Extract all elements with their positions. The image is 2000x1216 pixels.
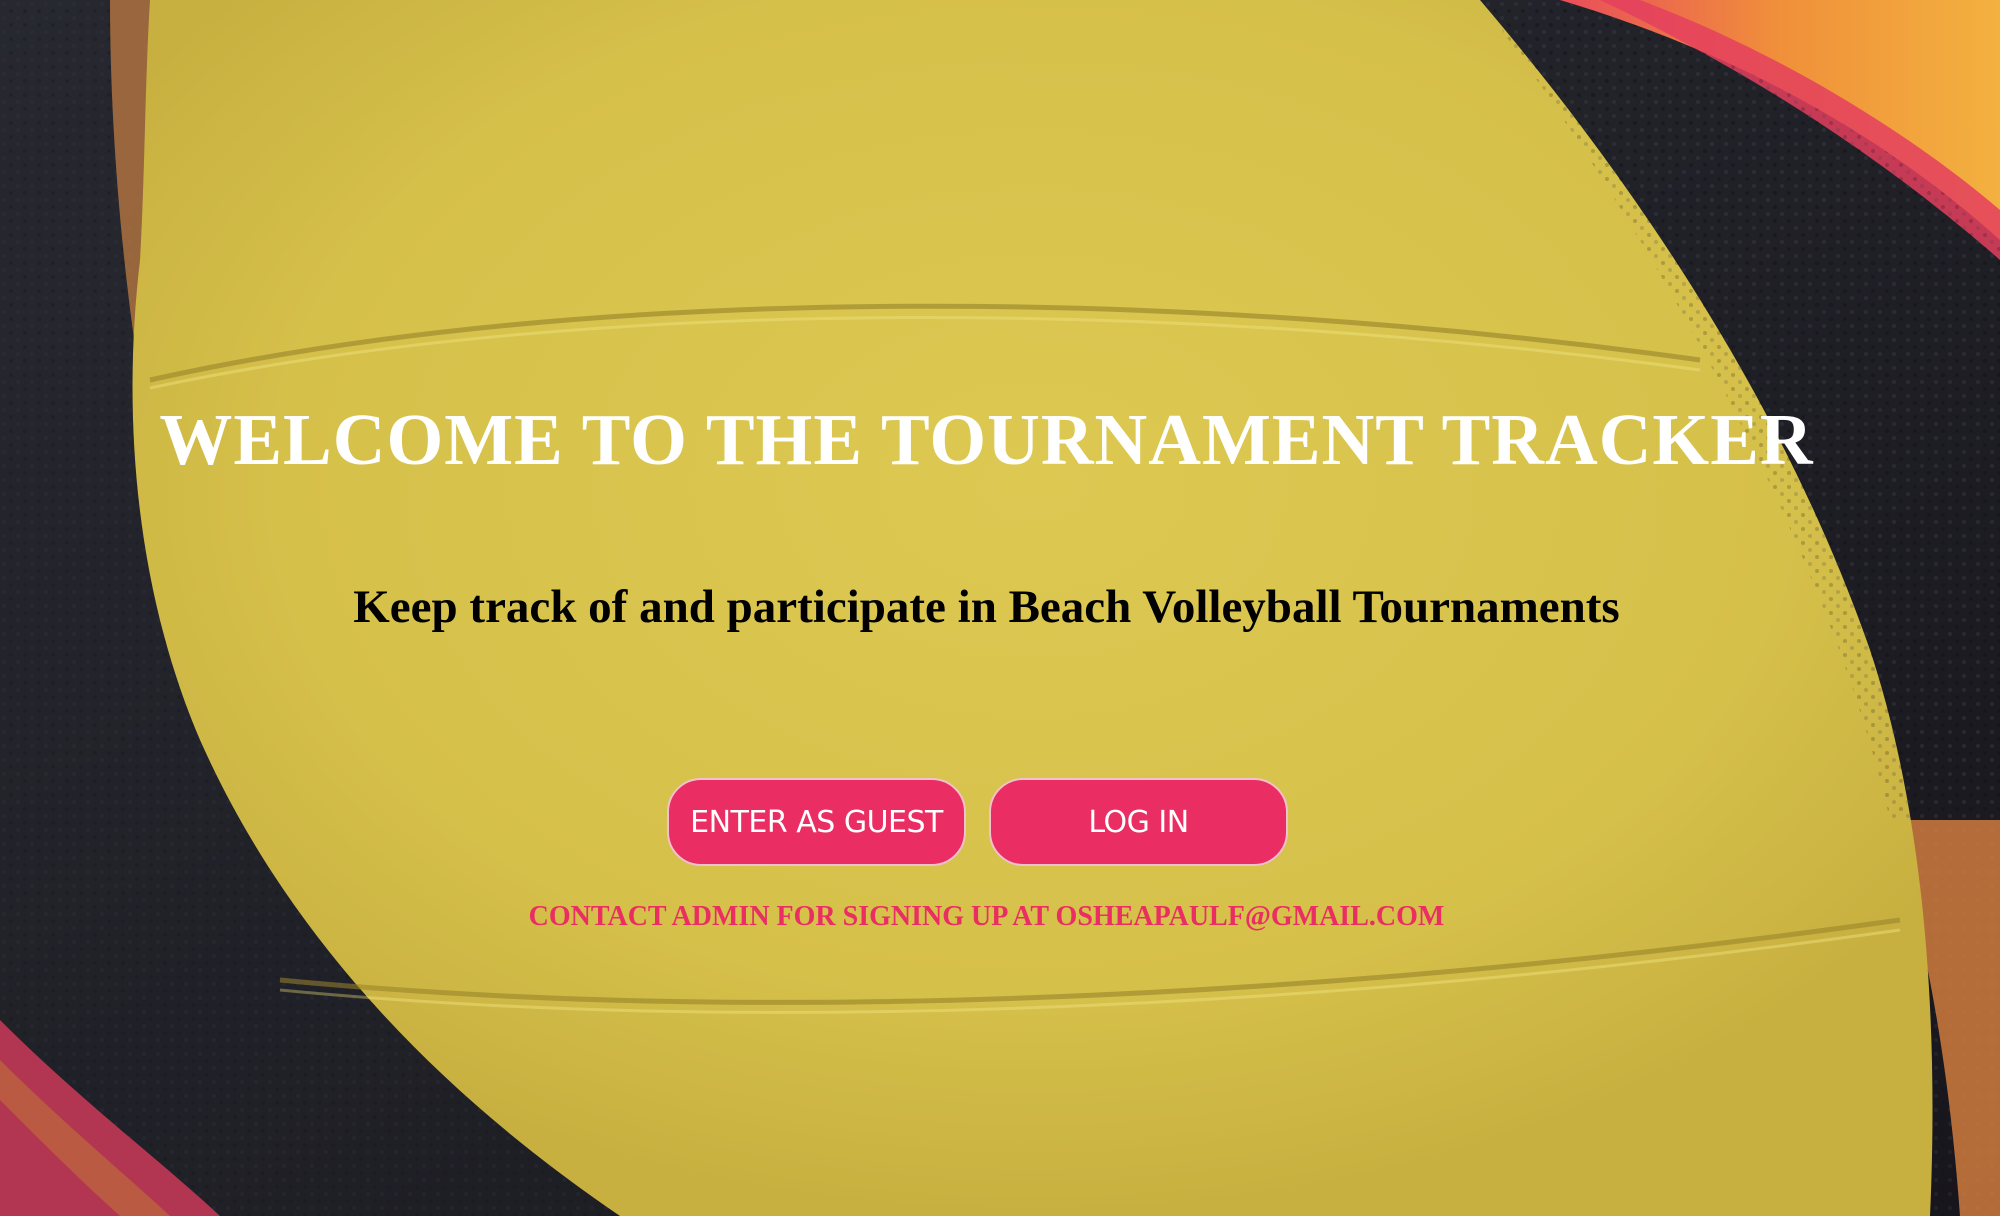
contact-admin-text: CONTACT ADMIN FOR SIGNING UP AT OSHEAPAU… — [528, 901, 1445, 932]
welcome-page: WELCOME TO THE TOURNAMENT TRACKER Keep t… — [0, 0, 2000, 1216]
log-in-button[interactable]: LOG IN — [989, 778, 1288, 866]
page-subtitle: Keep track of and participate in Beach V… — [353, 581, 1620, 633]
enter-as-guest-button[interactable]: ENTER AS GUEST — [667, 778, 966, 866]
page-title: WELCOME TO THE TOURNAMENT TRACKER — [159, 399, 1814, 480]
